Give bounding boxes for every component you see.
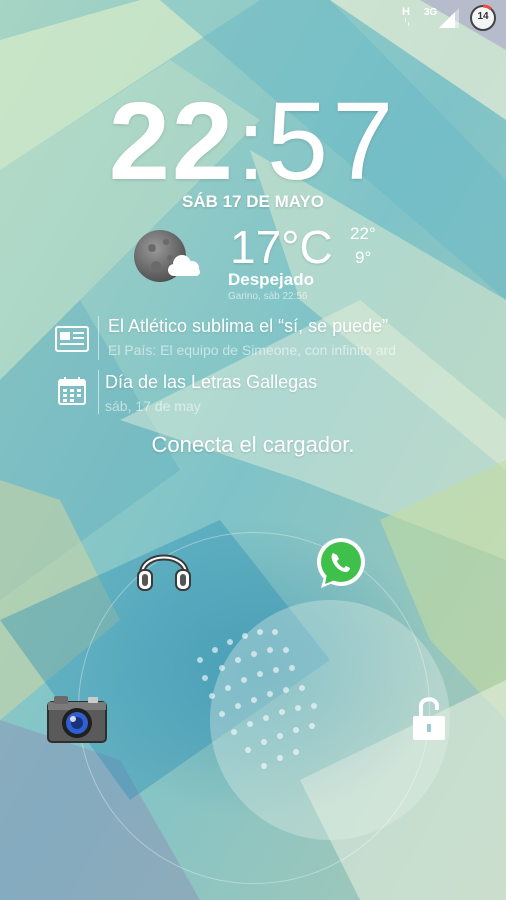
headphones-icon[interactable] [134, 538, 194, 594]
signal-strength-icon [439, 8, 459, 28]
unlock-ring[interactable] [78, 532, 430, 884]
clock-minutes: 57 [266, 80, 398, 203]
calendar-icon [58, 377, 86, 405]
camera-icon[interactable] [46, 692, 108, 744]
weather-location-time: Garino, sáb 22:56 [228, 291, 308, 302]
notification-title: El Atlético sublima el “sí, se puede” [108, 316, 389, 336]
network-type-label: H [402, 6, 410, 18]
data-activity-icon [405, 18, 409, 26]
weather-condition: Despejado [228, 270, 314, 289]
date-label: SÁB 17 DE MAYO [181, 192, 325, 211]
battery-level: 14 [477, 11, 489, 22]
current-temperature: 17°C [230, 221, 333, 273]
charger-message: Conecta el cargador. [151, 432, 355, 457]
lockscreen-clock: 22:57 [0, 78, 506, 205]
night-cloud-moon-icon[interactable] [132, 228, 204, 288]
notification-subtitle: sáb, 17 de may [105, 398, 201, 414]
low-temperature: 9° [355, 248, 372, 267]
notification-subtitle: El País: El equipo de Simeone, con infin… [108, 342, 396, 358]
notification-divider [98, 316, 99, 360]
high-temperature: 22° [350, 224, 376, 243]
clock-hours: 22 [108, 80, 236, 203]
whatsapp-icon[interactable] [313, 536, 369, 592]
unlock-icon[interactable] [407, 694, 451, 744]
status-bar: H 3G 14 [0, 0, 506, 34]
clock-separator: : [237, 89, 265, 201]
newspaper-icon [55, 326, 89, 352]
notification-title: Día de las Letras Gallegas [105, 372, 318, 392]
mobile-data-label: 3G [424, 7, 438, 18]
notification-divider [98, 370, 99, 414]
